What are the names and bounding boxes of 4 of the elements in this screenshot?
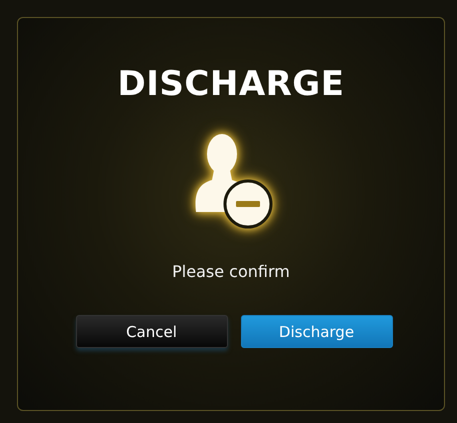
dialog-title: DISCHARGE (118, 63, 344, 106)
confirm-message: Please confirm (172, 262, 290, 281)
discharge-button[interactable]: Discharge (240, 315, 392, 348)
cancel-button[interactable]: Cancel (76, 315, 228, 348)
